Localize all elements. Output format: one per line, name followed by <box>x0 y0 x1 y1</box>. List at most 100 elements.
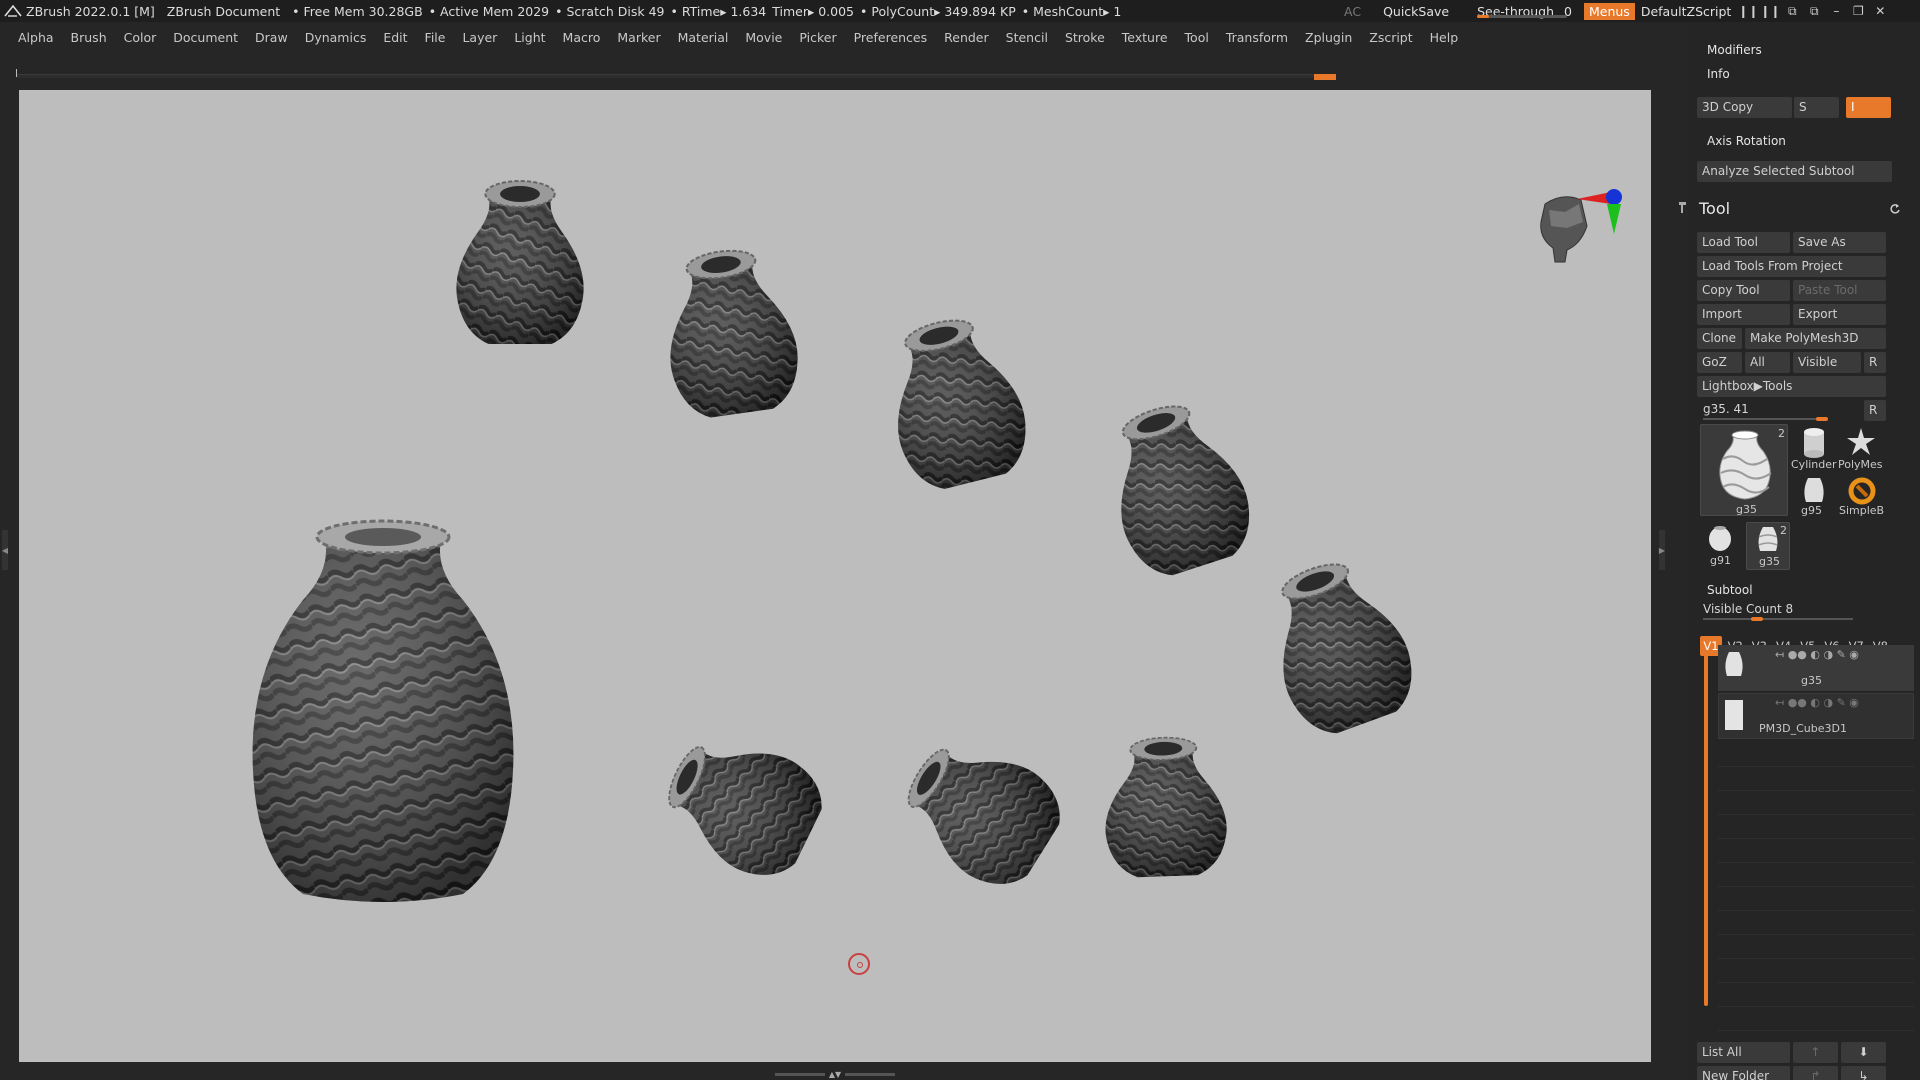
menu-help[interactable]: Help <box>1430 30 1459 45</box>
vase-thumbnail-icon <box>1719 430 1772 500</box>
tool-slider[interactable] <box>1703 418 1823 420</box>
make-polymesh3d-button[interactable]: Make PolyMesh3D <box>1745 328 1886 349</box>
load-tool-button[interactable]: Load Tool <box>1697 232 1790 253</box>
info-header[interactable]: Info <box>1707 67 1730 81</box>
i-button[interactable]: I <box>1846 97 1891 118</box>
timeline-marker[interactable] <box>1314 74 1336 80</box>
move-up-icon[interactable]: ↑ <box>1793 1042 1838 1063</box>
restore-icon[interactable]: ❐ <box>1847 4 1869 18</box>
layout-alt-icon[interactable]: ❙❙ <box>1759 4 1781 18</box>
left-tray-handle[interactable]: ◀ <box>2 530 8 570</box>
subtool-toggle-icons[interactable]: ↤ ●● ◐ ◑ ✎ ◉ <box>1775 648 1859 661</box>
menu-preferences[interactable]: Preferences <box>854 30 928 45</box>
menu-tool[interactable]: Tool <box>1185 30 1209 45</box>
folder-action-icon[interactable]: ↱ <box>1793 1066 1838 1080</box>
menu-marker[interactable]: Marker <box>617 30 660 45</box>
load-tools-from-project-button[interactable]: Load Tools From Project <box>1697 256 1886 277</box>
subtool-toggle-icons[interactable]: ↤ ●● ◐ ◑ ✎ ◉ <box>1775 696 1859 709</box>
menus-button[interactable]: Menus <box>1583 2 1635 20</box>
menu-picker[interactable]: Picker <box>799 30 836 45</box>
subtool-scrollbar[interactable] <box>1704 650 1708 1006</box>
vase-thumbnail-round-icon <box>1709 526 1731 551</box>
tool-slider-knob[interactable] <box>1816 417 1828 421</box>
folder-return-icon[interactable]: ↳ <box>1841 1066 1886 1080</box>
subtool-header[interactable]: Subtool <box>1707 583 1753 597</box>
menu-render[interactable]: Render <box>944 30 989 45</box>
menu-texture[interactable]: Texture <box>1122 30 1168 45</box>
analyze-subtool-button[interactable]: Analyze Selected Subtool <box>1697 161 1892 182</box>
goz-visible-button[interactable]: Visible <box>1793 352 1861 373</box>
window-cascade-icon[interactable]: ⧉ <box>1803 4 1825 19</box>
tool-slider-r-button[interactable]: R <box>1864 400 1886 421</box>
ac-button[interactable]: AC <box>1344 4 1361 19</box>
right-tray-handle[interactable]: ▶ <box>1659 530 1665 570</box>
3d-copy-button[interactable]: 3D Copy <box>1697 97 1792 118</box>
menu-movie[interactable]: Movie <box>745 30 782 45</box>
import-button[interactable]: Import <box>1697 304 1790 325</box>
subtool-row-g35[interactable]: ↤ ●● ◐ ◑ ✎ ◉ g35 <box>1718 645 1914 691</box>
menu-layer[interactable]: Layer <box>462 30 497 45</box>
lightbox-tools-button[interactable]: Lightbox▶Tools <box>1697 376 1886 397</box>
viewport-canvas[interactable] <box>19 90 1651 1062</box>
menu-document[interactable]: Document <box>173 30 238 45</box>
save-as-button[interactable]: Save As <box>1793 232 1886 253</box>
quicksave-button[interactable]: QuickSave <box>1383 4 1449 19</box>
new-folder-button[interactable]: New Folder <box>1697 1066 1790 1080</box>
timeline-strip[interactable] <box>16 69 1336 80</box>
tool-palette-title[interactable]: Tool <box>1699 199 1730 218</box>
tool-thumb-g95[interactable]: g95 <box>1791 474 1837 538</box>
default-zscript-button[interactable]: DefaultZScript <box>1641 4 1732 19</box>
vase-large <box>252 519 514 902</box>
brush-cursor <box>848 953 870 975</box>
s-button[interactable]: S <box>1794 97 1839 118</box>
goz-r-button[interactable]: R <box>1864 352 1886 373</box>
star-icon <box>1847 428 1875 455</box>
tool-thumb-simpleb[interactable]: SimpleB <box>1838 474 1886 538</box>
subtool-row-cube[interactable]: ↤ ●● ◐ ◑ ✎ ◉ PM3D_Cube3D1 <box>1718 693 1914 739</box>
goz-all-button[interactable]: All <box>1745 352 1790 373</box>
vase-7 <box>885 719 1077 903</box>
list-all-button[interactable]: List All <box>1697 1042 1790 1063</box>
tool-thumb-g91[interactable]: g91 <box>1700 522 1740 586</box>
refresh-icon[interactable] <box>1889 203 1901 215</box>
menu-draw[interactable]: Draw <box>255 30 288 45</box>
menu-edit[interactable]: Edit <box>383 30 407 45</box>
menu-light[interactable]: Light <box>514 30 545 45</box>
move-down-icon[interactable]: ⬇ <box>1841 1042 1886 1063</box>
minimize-icon[interactable]: – <box>1825 4 1847 18</box>
menu-brush[interactable]: Brush <box>71 30 107 45</box>
copy-tool-button[interactable]: Copy Tool <box>1697 280 1790 301</box>
goz-button[interactable]: GoZ <box>1697 352 1742 373</box>
modifiers-header[interactable]: Modifiers <box>1707 43 1762 57</box>
layout-icon[interactable]: ❙❙ <box>1737 4 1759 18</box>
close-icon[interactable]: ✕ <box>1869 4 1891 18</box>
menu-zplugin[interactable]: Zplugin <box>1305 30 1352 45</box>
vase-5 <box>1249 546 1428 746</box>
active-mem: • Active Mem 2029 <box>428 3 550 19</box>
visible-count-slider[interactable] <box>1703 618 1853 620</box>
paste-tool-button[interactable]: Paste Tool <box>1793 280 1886 301</box>
menu-zscript[interactable]: Zscript <box>1369 30 1412 45</box>
rtime: • RTime▸ 1.634 <box>670 3 767 19</box>
see-through-slider[interactable]: See-through 0 <box>1471 4 1578 19</box>
timer: Timer▸ 0.005 <box>772 3 855 19</box>
menu-macro[interactable]: Macro <box>563 30 601 45</box>
menu-material[interactable]: Material <box>678 30 729 45</box>
export-button[interactable]: Export <box>1793 304 1886 325</box>
menu-transform[interactable]: Transform <box>1226 30 1288 45</box>
visible-count-knob[interactable] <box>1751 617 1763 621</box>
tool-thumb-g35-main[interactable]: 2 g35 <box>1700 424 1788 516</box>
menu-file[interactable]: File <box>425 30 446 45</box>
subtool-cube-icon <box>1725 700 1743 730</box>
bottom-tray-handle[interactable]: ▲▼ <box>770 1070 900 1079</box>
axis-rotation-header[interactable]: Axis Rotation <box>1707 134 1786 148</box>
menu-dynamics[interactable]: Dynamics <box>305 30 367 45</box>
clone-button[interactable]: Clone <box>1697 328 1742 349</box>
menu-stroke[interactable]: Stroke <box>1065 30 1105 45</box>
tool-thumb-g35-small[interactable]: 2 g35 <box>1746 522 1790 570</box>
menu-alpha[interactable]: Alpha <box>18 30 54 45</box>
menu-stencil[interactable]: Stencil <box>1006 30 1048 45</box>
vase-1 <box>455 179 585 346</box>
menu-color[interactable]: Color <box>124 30 157 45</box>
window-tile-icon[interactable]: ⧉ <box>1781 4 1803 19</box>
